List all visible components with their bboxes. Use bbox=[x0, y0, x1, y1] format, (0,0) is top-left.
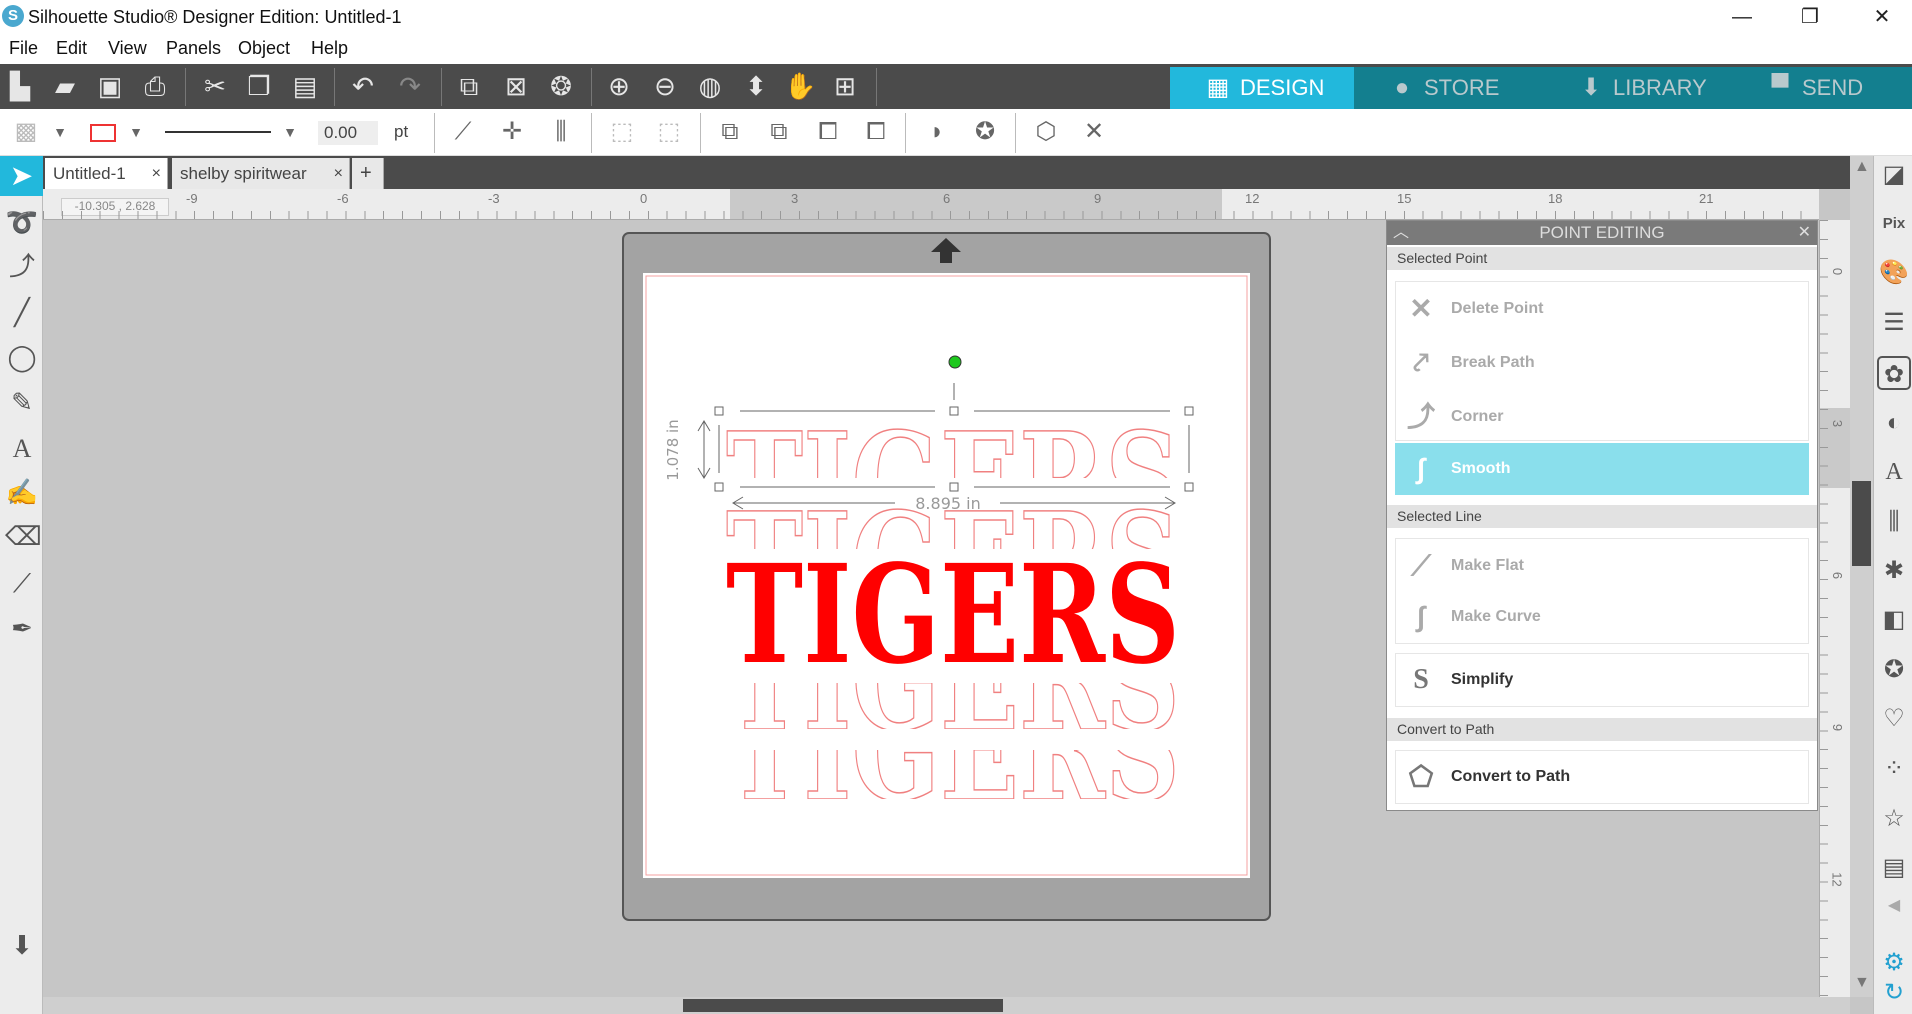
corner-icon: ⤴ bbox=[1406, 401, 1435, 432]
section-selected-point: Selected Point bbox=[1387, 247, 1817, 270]
point-editing-panel: ︿ POINT EDITING ✕ Selected Point ✕ Delete… bbox=[1386, 220, 1818, 811]
break-path-icon: ⤤ bbox=[1413, 347, 1429, 378]
resize-handle bbox=[949, 406, 959, 416]
button-label: Corner bbox=[1451, 408, 1504, 425]
panel-close-icon[interactable]: ✕ bbox=[1798, 221, 1811, 245]
resize-handle bbox=[1184, 406, 1194, 416]
curve-line-icon: ∫ bbox=[1417, 601, 1425, 632]
tigers-artwork[interactable]: TIGERSTIGERSTIGERSTIGERSTIGERS bbox=[725, 403, 1181, 832]
make-curve-button[interactable]: ∫ Make Curve bbox=[1395, 591, 1809, 643]
break-path-button[interactable]: ⤤ Break Path bbox=[1395, 337, 1809, 389]
simplify-s-icon: S bbox=[1413, 664, 1429, 695]
resize-handle bbox=[714, 482, 724, 492]
button-label: Convert to Path bbox=[1451, 768, 1571, 785]
button-label: Make Flat bbox=[1451, 557, 1524, 574]
corner-button[interactable]: ⤴ Corner bbox=[1395, 391, 1809, 443]
resize-handle bbox=[714, 406, 724, 416]
height-label: 1.078 in bbox=[664, 419, 682, 480]
rotate-handle bbox=[948, 355, 962, 369]
make-flat-button[interactable]: ⟋ Make Flat bbox=[1395, 540, 1809, 592]
panel-header: ︿ POINT EDITING ✕ bbox=[1387, 221, 1817, 245]
button-label: Simplify bbox=[1451, 671, 1514, 688]
pentagon-icon: ⬠ bbox=[1408, 761, 1434, 792]
delete-point-button[interactable]: ✕ Delete Point bbox=[1395, 283, 1809, 335]
panel-title: POINT EDITING bbox=[1539, 223, 1665, 242]
flat-line-icon: ⟋ bbox=[1411, 550, 1431, 581]
solid-row[interactable]: TIGERS bbox=[726, 535, 1180, 695]
simplify-button[interactable]: S Simplify bbox=[1395, 654, 1809, 706]
section-convert: Convert to Path bbox=[1387, 718, 1817, 741]
button-label: Make Curve bbox=[1451, 608, 1541, 625]
button-label: Break Path bbox=[1451, 354, 1535, 371]
button-label: Smooth bbox=[1451, 460, 1511, 477]
resize-handle bbox=[1184, 482, 1194, 492]
collapse-chevron-icon[interactable]: ︿ bbox=[1393, 221, 1409, 245]
button-label: Delete Point bbox=[1451, 300, 1544, 317]
section-selected-line: Selected Line bbox=[1387, 505, 1817, 528]
width-label: 8.895 in bbox=[915, 494, 980, 513]
x-icon: ✕ bbox=[1409, 293, 1433, 324]
smooth-curve-icon: ∫ bbox=[1417, 453, 1425, 484]
smooth-button[interactable]: ∫ Smooth bbox=[1395, 443, 1809, 495]
resize-handle bbox=[949, 482, 959, 492]
convert-to-path-button[interactable]: ⬠ Convert to Path bbox=[1395, 751, 1809, 803]
